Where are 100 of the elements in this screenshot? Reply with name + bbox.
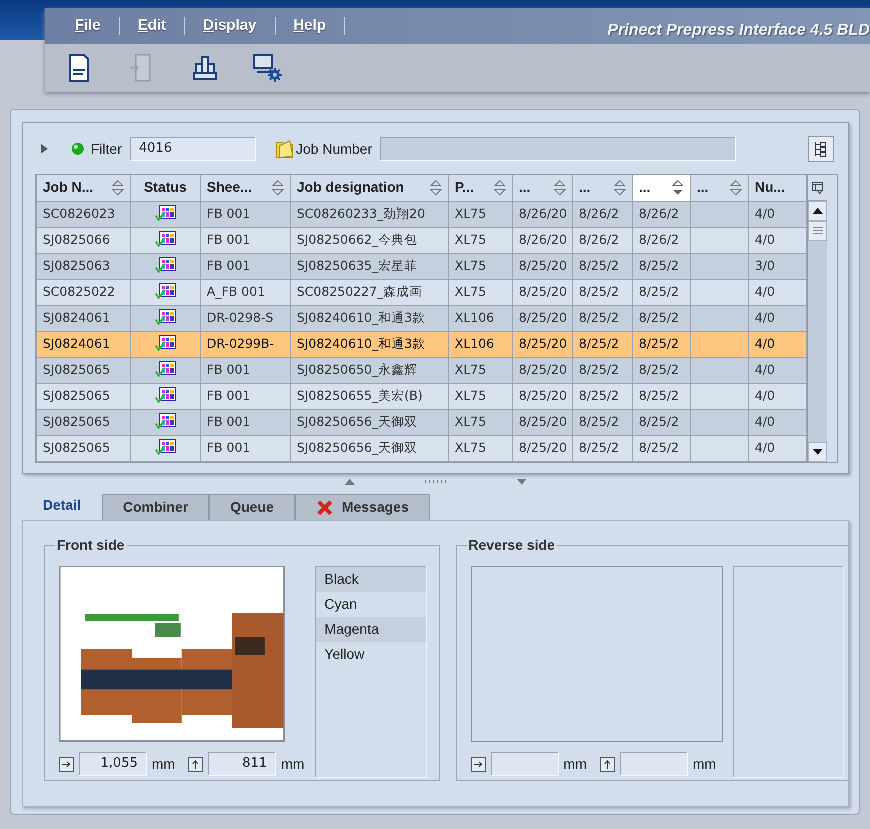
table-cell: 8/25/20 bbox=[512, 331, 572, 357]
table-cell: FB 001 bbox=[200, 435, 290, 461]
table-cell: FB 001 bbox=[200, 409, 290, 435]
table-cell: FB 001 bbox=[200, 227, 290, 253]
table-cell: 8/25/2 bbox=[572, 383, 632, 409]
column-header[interactable]: ... bbox=[632, 175, 690, 201]
list-item[interactable]: Black bbox=[316, 567, 426, 592]
table-cell: XL75 bbox=[448, 253, 512, 279]
height-field[interactable] bbox=[620, 752, 688, 776]
table-cell: SJ0825063 bbox=[36, 253, 130, 279]
column-header[interactable]: ... bbox=[512, 175, 572, 201]
table-cell: 8/26/2 bbox=[572, 201, 632, 227]
sort-arrows-icon bbox=[112, 180, 124, 196]
column-header[interactable]: Nu... bbox=[748, 175, 806, 201]
color-grid-check-icon bbox=[154, 413, 176, 432]
table-cell: 8/26/2 bbox=[632, 201, 690, 227]
table-cell: 8/25/2 bbox=[572, 435, 632, 461]
column-header[interactable]: Job designation bbox=[290, 175, 448, 201]
table-cell: SJ08250662_今典包 bbox=[290, 227, 448, 253]
width-field[interactable]: 1,055 bbox=[79, 752, 147, 776]
tab[interactable]: Combiner bbox=[102, 494, 210, 520]
filter-label: Filter bbox=[91, 140, 122, 158]
up-arrow-icon bbox=[812, 208, 822, 214]
column-chooser-icon[interactable] bbox=[812, 182, 824, 194]
expand-arrow-icon[interactable] bbox=[39, 143, 49, 155]
table-cell: 8/25/2 bbox=[572, 279, 632, 305]
tree-view-icon bbox=[813, 140, 829, 158]
job-number-field[interactable] bbox=[380, 137, 736, 161]
table-cell: FB 001 bbox=[200, 357, 290, 383]
color-grid-check-icon bbox=[154, 335, 176, 354]
sort-arrows-icon bbox=[272, 180, 284, 196]
table-cell: SJ0825065 bbox=[36, 383, 130, 409]
table-cell: FB 001 bbox=[200, 383, 290, 409]
menu-item[interactable]: File bbox=[57, 17, 120, 35]
color-grid-check-icon bbox=[154, 387, 176, 406]
computer-gear-icon bbox=[251, 52, 283, 84]
table-cell: 8/25/2 bbox=[572, 331, 632, 357]
table-cell: 8/25/2 bbox=[632, 357, 690, 383]
folder-icon bbox=[276, 139, 294, 159]
unit-label: mm bbox=[281, 754, 305, 774]
column-header[interactable]: ... bbox=[690, 175, 748, 201]
tab[interactable]: Queue bbox=[209, 494, 296, 520]
color-grid-check-icon bbox=[154, 283, 176, 302]
tab[interactable]: Messages bbox=[295, 494, 430, 520]
column-header[interactable]: Shee... bbox=[200, 175, 290, 201]
table-cell: XL75 bbox=[448, 227, 512, 253]
column-header[interactable]: Status bbox=[130, 175, 200, 201]
table-cell: SJ08250635_宏星菲 bbox=[290, 253, 448, 279]
arrow-up-icon bbox=[600, 756, 615, 772]
table-cell: XL75 bbox=[448, 357, 512, 383]
table-cell: SJ08240610_和通3款 bbox=[290, 331, 448, 357]
table-cell: 8/25/2 bbox=[632, 279, 690, 305]
table-cell: SJ08250656_天御双 bbox=[290, 435, 448, 461]
tree-view-button[interactable] bbox=[808, 136, 834, 162]
arrow-right-icon bbox=[59, 756, 74, 772]
menu-item[interactable]: Display bbox=[185, 17, 276, 35]
splitter-up-icon[interactable] bbox=[344, 479, 354, 485]
list-item[interactable]: Cyan bbox=[316, 592, 426, 617]
column-header[interactable]: Job N... bbox=[36, 175, 130, 201]
list-item[interactable]: Yellow bbox=[316, 642, 426, 667]
table-cell: SJ08240610_和通3款 bbox=[290, 305, 448, 331]
menu-item[interactable]: Edit bbox=[120, 17, 186, 35]
filter-field[interactable]: 4016 bbox=[130, 137, 256, 161]
color-grid-check-icon bbox=[154, 439, 176, 458]
table-cell: FB 001 bbox=[200, 201, 290, 227]
table-cell: XL75 bbox=[448, 435, 512, 461]
table-cell: XL75 bbox=[448, 409, 512, 435]
scroll-down-button[interactable] bbox=[808, 442, 827, 462]
width-field[interactable] bbox=[490, 752, 559, 776]
list-item[interactable]: Magenta bbox=[316, 617, 426, 642]
toolbar-button[interactable] bbox=[251, 52, 283, 84]
table-cell: SJ08250655_美宏(B) bbox=[290, 383, 448, 409]
scroll-thumb[interactable] bbox=[808, 221, 827, 241]
column-header[interactable]: P... bbox=[448, 175, 512, 201]
table-cell: SJ0825065 bbox=[36, 435, 130, 461]
sort-arrows-icon bbox=[494, 180, 506, 196]
table-cell: SC0826023 bbox=[36, 201, 130, 227]
table-cell: SC08260233_劲翔20 bbox=[290, 201, 448, 227]
table-cell: A_FB 001 bbox=[200, 279, 290, 305]
color-grid-check-icon bbox=[154, 309, 176, 328]
sort-arrows-icon bbox=[430, 180, 442, 196]
table-cell: 8/25/2 bbox=[632, 435, 690, 461]
height-field[interactable]: 811 bbox=[208, 752, 276, 776]
sort-arrows-icon bbox=[614, 180, 626, 196]
window-title: Prinect Prepress Interface 4.5 BLD bbox=[608, 21, 870, 41]
sort-arrows-icon bbox=[554, 180, 566, 196]
table-cell: XL75 bbox=[448, 383, 512, 409]
table-cell: 8/25/2 bbox=[632, 253, 690, 279]
scroll-up-button[interactable] bbox=[808, 201, 827, 221]
color-grid-check-icon bbox=[154, 231, 176, 250]
table-cell: 8/25/20 bbox=[512, 435, 572, 461]
unit-label: mm bbox=[152, 754, 176, 774]
down-arrow-icon bbox=[812, 448, 822, 454]
table-cell: 8/25/20 bbox=[512, 357, 572, 383]
table-cell: 8/26/20 bbox=[512, 227, 572, 253]
table-cell: 8/25/2 bbox=[572, 305, 632, 331]
menu-item[interactable]: Help bbox=[276, 17, 346, 35]
sort-arrows-icon bbox=[672, 180, 684, 196]
column-header[interactable]: ... bbox=[572, 175, 632, 201]
splitter-down-icon[interactable] bbox=[516, 479, 526, 485]
